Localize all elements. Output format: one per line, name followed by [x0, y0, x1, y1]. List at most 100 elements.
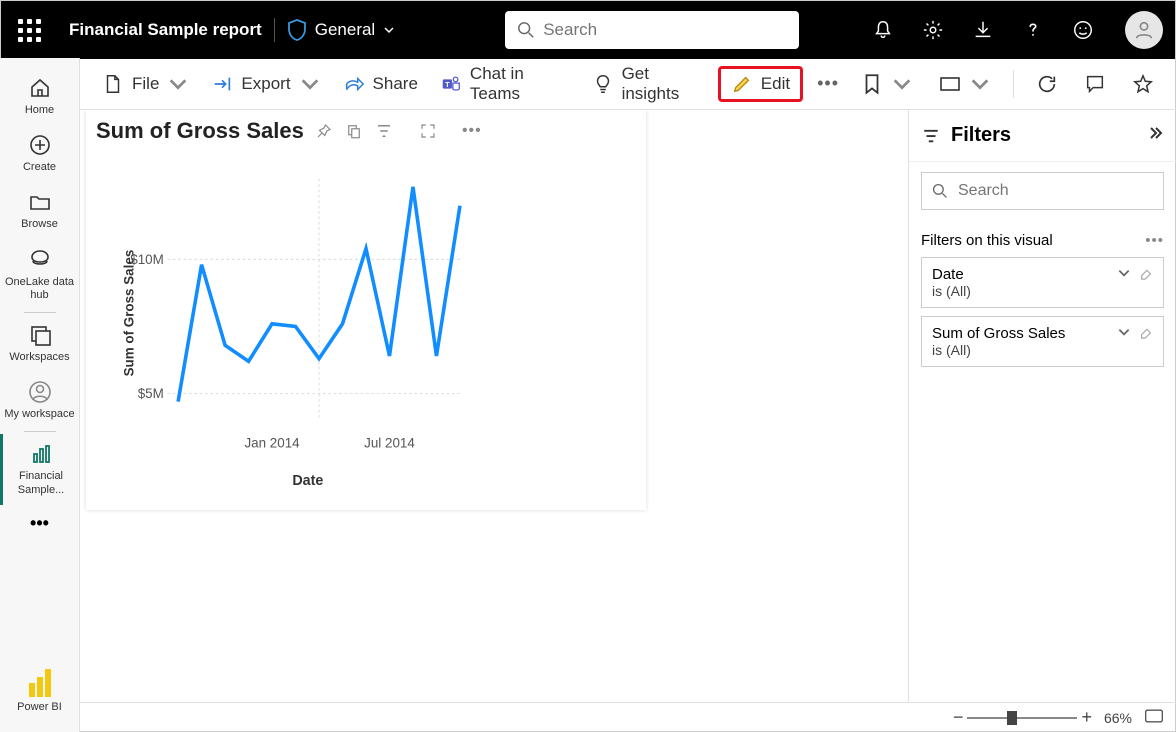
export-menu[interactable]: Export [203, 67, 328, 101]
report-toolbar: File Export Share T Chat in Teams Get in… [80, 58, 1176, 110]
svg-text:Sum of Gross Sales: Sum of Gross Sales [121, 250, 136, 377]
filter-value: is (All) [932, 342, 1065, 358]
toolbar-more-button[interactable]: ••• [809, 73, 847, 94]
toolbar-separator [1013, 70, 1014, 98]
chat-teams-button[interactable]: T Chat in Teams [432, 58, 578, 110]
comment-icon [1084, 73, 1106, 95]
zoom-out-button[interactable]: − [953, 707, 964, 728]
help-button[interactable] [1021, 18, 1045, 42]
nav-browse[interactable]: Browse [0, 182, 79, 239]
global-search[interactable] [505, 11, 799, 49]
nav-workspaces[interactable]: Workspaces [0, 315, 79, 372]
clear-filter-button[interactable] [1139, 266, 1153, 299]
share-button[interactable]: Share [335, 67, 426, 101]
nav-create[interactable]: Create [0, 125, 79, 182]
pin-visual-button[interactable] [314, 121, 334, 141]
get-insights-button[interactable]: Get insights [584, 58, 712, 110]
account-avatar[interactable] [1125, 11, 1163, 49]
header-action-icons [871, 11, 1163, 49]
filter-search-input[interactable] [958, 182, 1153, 200]
nav-more-button[interactable]: ••• [30, 513, 49, 534]
eraser-icon [1139, 266, 1153, 280]
file-icon [102, 73, 124, 95]
svg-text:$10M: $10M [130, 252, 164, 267]
file-label: File [132, 74, 159, 94]
notifications-button[interactable] [871, 18, 895, 42]
nav-financial-sample[interactable]: Financial Sample... [0, 434, 79, 504]
filter-card-icons [1117, 266, 1153, 299]
question-icon [1022, 19, 1044, 41]
view-dropdown[interactable] [931, 67, 999, 101]
chevron-down-icon [891, 73, 913, 95]
collapse-filters-button[interactable] [1148, 124, 1164, 147]
visual-header: Sum of Gross Sales ••• [86, 110, 646, 152]
expand-filter-button[interactable] [1117, 266, 1131, 299]
download-button[interactable] [971, 18, 995, 42]
report-title: Financial Sample report [69, 20, 262, 40]
filter-card-icons [1117, 325, 1153, 358]
filter-icon [375, 122, 393, 140]
app-launcher-button[interactable] [13, 14, 45, 46]
filter-card-gross-sales[interactable]: Sum of Gross Sales is (All) [921, 316, 1164, 367]
zoom-control[interactable]: − + [953, 707, 1092, 728]
edit-button[interactable]: Edit [718, 66, 803, 102]
line-chart-visual[interactable]: Sum of Gross Sales ••• Sum of Gross Sale… [86, 110, 646, 510]
sensitivity-dropdown[interactable]: General [287, 19, 395, 41]
folder-icon [28, 190, 52, 214]
bookmark-dropdown[interactable] [853, 67, 921, 101]
visual-more-button[interactable]: ••• [462, 121, 482, 141]
comment-button[interactable] [1076, 67, 1114, 101]
filter-section-header: Filters on this visual ••• [921, 232, 1164, 249]
filter-visual-button[interactable] [374, 121, 394, 141]
filters-pane-header: Filters [909, 110, 1176, 162]
onelake-icon [28, 248, 52, 272]
file-menu[interactable]: File [94, 67, 197, 101]
pin-icon [315, 122, 333, 140]
report-canvas[interactable]: Sum of Gross Sales ••• Sum of Gross Sale… [80, 110, 908, 702]
feedback-button[interactable] [1071, 18, 1095, 42]
powerbi-logo-icon [29, 669, 51, 697]
lightbulb-icon [592, 73, 614, 95]
chevron-down-icon [1117, 325, 1131, 339]
expand-filter-button[interactable] [1117, 325, 1131, 358]
filter-card-date[interactable]: Date is (All) [921, 257, 1164, 308]
fit-to-page-button[interactable] [1144, 708, 1164, 727]
export-label: Export [241, 74, 290, 94]
zoom-in-button[interactable]: + [1081, 707, 1092, 728]
filter-search-box[interactable] [921, 172, 1164, 210]
nav-onelake[interactable]: OneLake data hub [0, 240, 79, 310]
bookmark-icon [861, 73, 883, 95]
copy-icon [345, 122, 363, 140]
svg-text:Jan 2014: Jan 2014 [244, 435, 300, 450]
waffle-icon [18, 19, 41, 42]
nav-financial-label: Financial Sample... [3, 470, 79, 496]
nav-powerbi[interactable]: Power BI [0, 661, 79, 722]
filter-section-more-button[interactable]: ••• [1145, 232, 1164, 249]
share-label: Share [373, 74, 418, 94]
focus-mode-button[interactable] [418, 121, 438, 141]
star-icon [1132, 73, 1154, 95]
clear-filter-button[interactable] [1139, 325, 1153, 358]
refresh-button[interactable] [1028, 67, 1066, 101]
eraser-icon [1139, 325, 1153, 339]
zoom-level: 66% [1104, 710, 1132, 726]
search-input[interactable] [543, 20, 787, 40]
nav-home[interactable]: Home [0, 68, 79, 125]
chevron-down-icon [299, 73, 321, 95]
nav-home-label: Home [21, 104, 58, 117]
zoom-slider-thumb[interactable] [1007, 711, 1017, 725]
sensitivity-label: General [315, 20, 375, 40]
settings-button[interactable] [921, 18, 945, 42]
nav-my-workspace[interactable]: My workspace [0, 372, 79, 429]
nav-separator-2 [24, 431, 56, 432]
favorite-button[interactable] [1124, 67, 1162, 101]
filter-name: Date [932, 266, 971, 283]
chevron-down-icon [969, 73, 991, 95]
nav-powerbi-label: Power BI [13, 701, 66, 714]
shield-icon [287, 19, 307, 41]
line-chart-svg: Sum of Gross Sales $5M$10M Jan 2014Jul 2… [86, 152, 646, 492]
zoom-slider-track[interactable] [967, 717, 1077, 719]
gear-icon [922, 19, 944, 41]
nav-browse-label: Browse [17, 218, 62, 231]
copy-visual-button[interactable] [344, 121, 364, 141]
